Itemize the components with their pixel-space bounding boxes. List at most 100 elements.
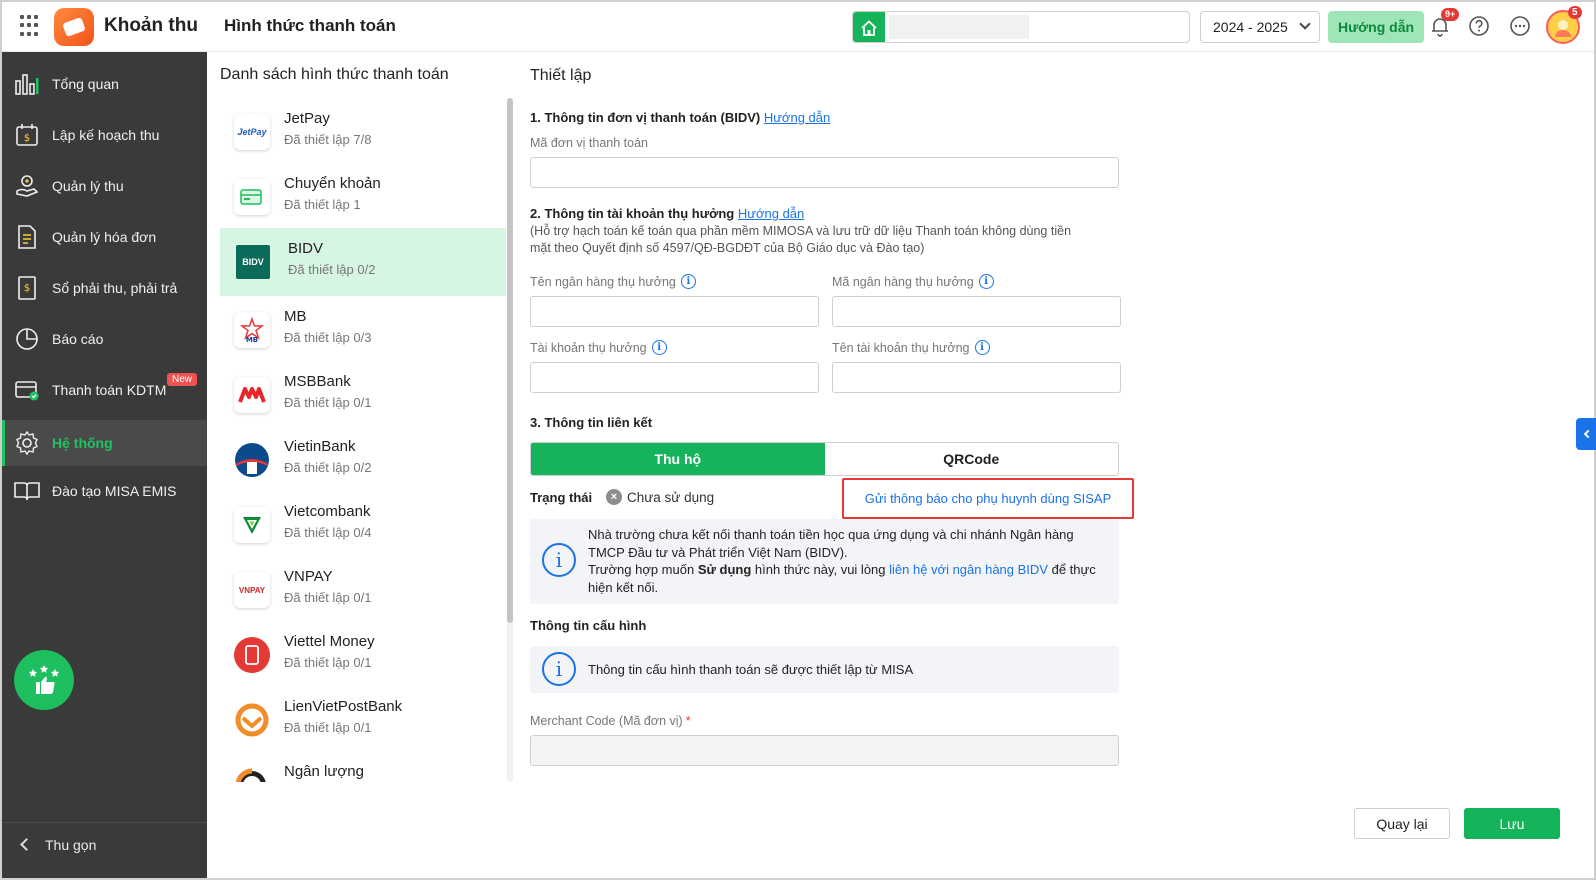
payment-status: Đã thiết lập 1 xyxy=(284,197,361,212)
payment-name: Chuyển khoản xyxy=(284,175,381,192)
payment-item-vnpay[interactable]: VNPAY VNPAY Đã thiết lập 0/1 xyxy=(220,556,506,624)
avatar-badge: 5 xyxy=(1568,6,1582,19)
info-icon[interactable]: i xyxy=(651,340,667,355)
bar-chart-icon xyxy=(14,71,40,97)
sidebar-item-collection[interactable]: Quản lý thu xyxy=(2,163,207,209)
payment-item-vietinbank[interactable]: VietinBank Đã thiết lập 0/2 xyxy=(220,426,506,494)
guide-link-2[interactable]: Hướng dẫn xyxy=(738,206,804,221)
merchant-code-label: Merchant Code (Mã đơn vị) * xyxy=(530,714,691,728)
sidebar-item-system[interactable]: Hệ thống xyxy=(2,420,207,466)
payment-name: MSBBank xyxy=(284,373,351,390)
connection-info-text: Nhà trường chưa kết nối thanh toán tiền … xyxy=(588,526,1108,596)
payment-item-vietcombank[interactable]: Vietcombank Đã thiết lập 0/4 xyxy=(220,491,506,559)
label-text: Tài khoản thụ hưởng xyxy=(530,340,647,355)
section-link-title: 3. Thông tin liên kết xyxy=(530,415,653,430)
payment-item-viettel-money[interactable]: Viettel Money Đã thiết lập 0/1 xyxy=(220,621,506,689)
bank-code-label: Mã ngân hàng thụ hưởng i xyxy=(832,274,994,289)
mb-logo: MB xyxy=(234,312,270,348)
sidebar-item-reports[interactable]: Báo cáo xyxy=(2,316,207,362)
sidebar: Tổng quan $ Lập kế hoạch thu Quản lý thu… xyxy=(2,52,207,878)
new-badge: New xyxy=(167,373,198,386)
info-line-1: Nhà trường chưa kết nối thanh toán tiền … xyxy=(588,527,1074,560)
payment-item-lienvietpostbank[interactable]: LienVietPostBank Đã thiết lập 0/1 xyxy=(220,686,506,754)
sidebar-item-label: Đào tạo MISA EMIS xyxy=(52,483,177,499)
help-button[interactable]: Hướng dẫn xyxy=(1328,11,1424,43)
label-text: Tên ngân hàng thụ hưởng xyxy=(530,274,676,289)
sidebar-item-invoices[interactable]: Quản lý hóa đơn xyxy=(2,214,207,260)
payment-status: Đã thiết lập 0/4 xyxy=(284,525,372,540)
payment-unit-code-label: Mã đơn vị thanh toán xyxy=(530,136,648,150)
sidebar-item-ledger[interactable]: $ Sổ phải thu, phải trả xyxy=(2,265,207,311)
calendar-money-icon: $ xyxy=(14,122,40,148)
notification-bell-icon[interactable]: 9+ xyxy=(1428,8,1460,38)
account-number-input[interactable] xyxy=(530,362,819,393)
payment-item-ngan-luong[interactable]: Ngân lượng xyxy=(220,751,506,782)
close-circle-icon: × xyxy=(606,489,622,505)
config-info-box: i Thông tin cấu hình thanh toán sẽ được … xyxy=(530,646,1119,693)
account-name-label: Tên tài khoản thụ hưởng i xyxy=(832,340,990,355)
text-part: hình thức này, vui lòng xyxy=(751,562,890,577)
help-circle-icon[interactable] xyxy=(1467,14,1491,38)
payment-item-jetpay[interactable]: JetPay JetPay Đã thiết lập 7/8 xyxy=(220,98,506,166)
contact-bidv-link[interactable]: liên hệ với ngân hàng BIDV xyxy=(889,562,1048,577)
payment-status: Đã thiết lập 0/2 xyxy=(288,262,376,277)
page-title: Hình thức thanh toán xyxy=(224,16,396,35)
payment-item-mb[interactable]: MB MB Đã thiết lập 0/3 xyxy=(220,296,506,364)
tab-collection[interactable]: Thu hộ xyxy=(531,443,825,475)
vietinbank-logo xyxy=(234,442,270,478)
send-notification-button[interactable]: Gửi thông báo cho phụ huynh dùng SISAP xyxy=(842,478,1134,519)
ledger-book-icon: $ xyxy=(14,275,40,301)
app-logo xyxy=(54,8,94,46)
bank-code-input[interactable] xyxy=(832,296,1121,327)
save-button[interactable]: Lưu xyxy=(1464,808,1560,839)
beneficiary-note: (Hỗ trợ hạch toán kế toán qua phần mềm M… xyxy=(530,224,1072,255)
bank-name-input[interactable] xyxy=(530,296,819,327)
guide-link-1[interactable]: Hướng dẫn xyxy=(764,110,830,125)
payment-item-transfer[interactable]: Chuyển khoản Đã thiết lập 1 xyxy=(220,163,506,231)
sidebar-item-overview[interactable]: Tổng quan xyxy=(2,61,207,107)
app-grid-icon[interactable] xyxy=(20,15,42,37)
svg-text:MB: MB xyxy=(246,336,258,343)
account-name-input[interactable] xyxy=(832,362,1121,393)
payment-list-scrollbar-thumb[interactable] xyxy=(507,98,513,623)
info-icon[interactable]: i xyxy=(680,274,696,289)
payment-item-msb[interactable]: MSBBank Đã thiết lập 0/1 xyxy=(220,361,506,429)
payment-item-bidv[interactable]: BIDV BIDV Đã thiết lập 0/2 xyxy=(220,228,506,296)
payment-name: Vietcombank xyxy=(284,503,371,520)
config-title: Thông tin cấu hình xyxy=(530,618,647,633)
school-selector[interactable] xyxy=(852,11,1190,43)
text-part: Trường hợp muốn xyxy=(588,562,698,577)
section-title-text: 1. Thông tin đơn vị thanh toán (BIDV) xyxy=(530,110,761,125)
payment-unit-code-input[interactable] xyxy=(530,157,1119,188)
school-year-select[interactable]: 2024 - 2025 xyxy=(1200,11,1320,43)
info-icon[interactable]: i xyxy=(974,340,990,355)
jetpay-logo: JetPay xyxy=(234,114,270,150)
sidebar-item-label: Sổ phải thu, phải trả xyxy=(52,280,178,296)
section-beneficiary-title: 2. Thông tin tài khoản thụ hưởng Hướng d… xyxy=(530,206,804,221)
chevron-left-icon xyxy=(1583,429,1592,439)
expand-panel-tab[interactable] xyxy=(1576,418,1596,450)
sidebar-item-label: Hệ thống xyxy=(52,435,113,451)
sidebar-item-training[interactable]: Đào tạo MISA EMIS xyxy=(2,468,207,514)
payment-status: Đã thiết lập 7/8 xyxy=(284,132,372,147)
feedback-thumbs-up-button[interactable] xyxy=(14,650,74,710)
config-info-text: Thông tin cấu hình thanh toán sẽ được th… xyxy=(588,662,914,677)
payment-status: Đã thiết lập 0/1 xyxy=(284,655,372,670)
sidebar-item-plan[interactable]: $ Lập kế hoạch thu xyxy=(2,112,207,158)
merchant-code-input[interactable] xyxy=(530,735,1119,766)
payment-method-list: JetPay JetPay Đã thiết lập 7/8 Chuyển kh… xyxy=(220,98,506,782)
info-icon[interactable]: i xyxy=(978,274,994,289)
payment-status: Đã thiết lập 0/1 xyxy=(284,590,372,605)
user-avatar[interactable]: 5 xyxy=(1546,6,1582,44)
back-button[interactable]: Quay lại xyxy=(1354,808,1450,839)
sidebar-item-cashless[interactable]: Thanh toán KDTM New xyxy=(2,367,207,413)
more-options-icon[interactable] xyxy=(1508,14,1532,38)
svg-text:$: $ xyxy=(24,283,30,294)
school-name-redacted xyxy=(889,15,1029,39)
label-text: Merchant Code (Mã đơn vị) xyxy=(530,714,683,728)
collapse-sidebar-button[interactable]: Thu gọn xyxy=(2,822,207,866)
tab-qrcode[interactable]: QRCode xyxy=(825,443,1119,475)
card-check-icon xyxy=(14,377,40,403)
section-title-text: 2. Thông tin tài khoản thụ hưởng xyxy=(530,206,735,221)
top-header: Khoản thu Hình thức thanh toán 2024 - 20… xyxy=(2,2,1594,52)
